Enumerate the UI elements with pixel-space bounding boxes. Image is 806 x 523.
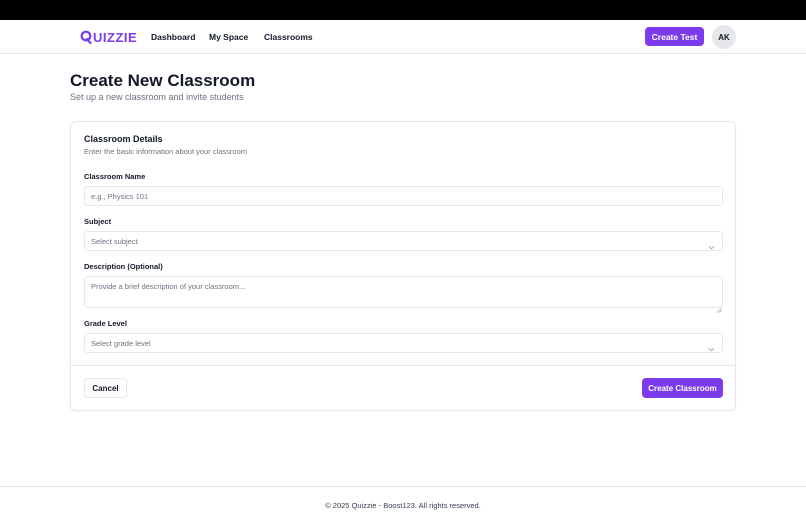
card-description: Enter the basic information about your c… (84, 147, 247, 156)
subject-select-value: Select subject (91, 237, 138, 246)
brand-logo[interactable]: UIZZIE (80, 29, 137, 45)
classroom-name-label: Classroom Name (84, 172, 146, 181)
user-avatar[interactable]: AK (712, 25, 736, 49)
grade-level-select-value: Select grade level (91, 339, 151, 348)
subject-select[interactable]: Select subject (84, 231, 723, 251)
nav-link-classrooms[interactable]: Classrooms (264, 32, 313, 42)
cancel-button[interactable]: Cancel (84, 378, 127, 398)
card-footer-divider (71, 365, 735, 366)
description-label: Description (Optional) (84, 262, 163, 271)
card-title: Classroom Details (84, 134, 163, 144)
classroom-details-card: Classroom Details Enter the basic inform… (70, 121, 736, 411)
grade-level-select[interactable]: Select grade level (84, 333, 723, 353)
navbar: UIZZIE Dashboard My Space Classrooms Cre… (0, 20, 806, 54)
create-classroom-button[interactable]: Create Classroom (642, 378, 723, 398)
page-footer: © 2025 Quizzie - Boost123. All rights re… (0, 486, 806, 523)
description-textarea[interactable] (84, 276, 723, 308)
brand-name: UIZZIE (93, 29, 138, 45)
page-subtitle: Set up a new classroom and invite studen… (70, 92, 244, 102)
create-test-button[interactable]: Create Test (645, 27, 704, 46)
page-title: Create New Classroom (70, 71, 256, 90)
chevron-down-icon (708, 238, 715, 250)
quizzie-q-logo-icon (80, 30, 92, 45)
subject-label: Subject (84, 217, 112, 226)
nav-link-my-space[interactable]: My Space (209, 32, 248, 42)
copyright-text: © 2025 Quizzie - Boost123. All rights re… (325, 501, 481, 510)
chevron-down-icon (708, 340, 715, 352)
grade-level-label: Grade Level (84, 319, 127, 328)
nav-link-dashboard[interactable]: Dashboard (151, 32, 195, 42)
classroom-name-input[interactable] (84, 186, 723, 206)
top-black-bar (0, 0, 806, 20)
